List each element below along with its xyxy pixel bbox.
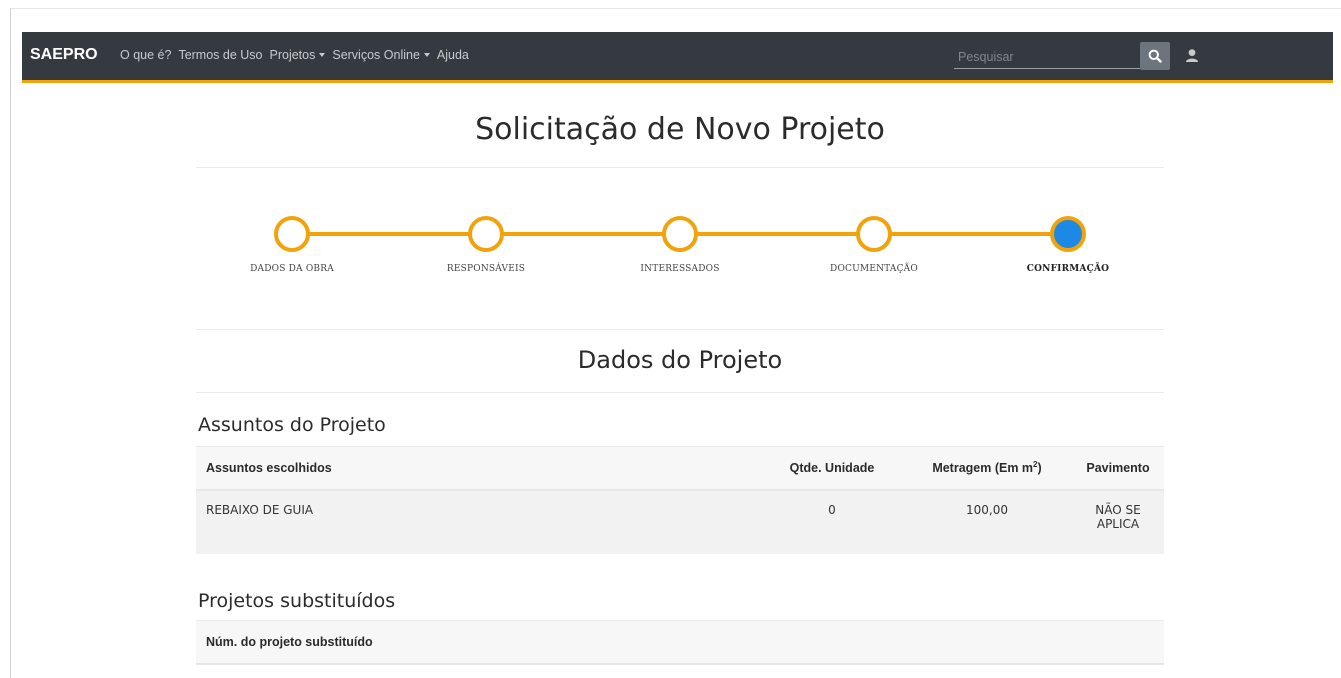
step-confirmacao[interactable]: CONFIRMAÇÃO: [988, 216, 1148, 274]
step-circle: [468, 216, 504, 252]
col-area: Metragem (Em m2): [902, 446, 1072, 491]
col-floor: Pavimento: [1072, 446, 1164, 491]
nav-item-o-que-e[interactable]: O que é?: [120, 48, 171, 62]
subjects-table: Assuntos escolhidos Qtde. Unidade Metrag…: [196, 446, 1164, 554]
caret-down-icon: [423, 53, 430, 57]
col-subjects: Assuntos escolhidos: [196, 446, 762, 491]
cell-floor-line: APLICA: [1096, 517, 1140, 531]
table-row: REBAIXO DE GUIA 0 100,00 NÃO SE APLICA: [196, 490, 1164, 554]
browser-frame: [10, 8, 1341, 678]
nav-menu: O que é? Termos de Uso Projetos Serviços…: [120, 48, 476, 62]
step-label: RESPONSÁVEIS: [446, 264, 526, 274]
nav-item-label: O que é?: [120, 48, 172, 62]
brand-logo[interactable]: SAEPRO: [30, 46, 98, 64]
table-header-row: Núm. do projeto substituído: [196, 620, 1164, 665]
step-label: DADOS DA OBRA: [250, 264, 334, 274]
divider: [196, 392, 1164, 393]
col-qty: Qtde. Unidade: [762, 446, 902, 491]
search-input[interactable]: [954, 46, 1140, 69]
search-button[interactable]: [1140, 42, 1170, 70]
col-replaced-number: Núm. do projeto substituído: [196, 620, 1164, 665]
page-title: Solicitação de Novo Projeto: [475, 112, 885, 147]
nav-item-projetos[interactable]: Projetos: [270, 48, 326, 62]
replaced-projects-title: Projetos substituídos: [198, 590, 396, 612]
step-circle: [274, 216, 310, 252]
nav-item-termos-de-uso[interactable]: Termos de Uso: [178, 48, 262, 62]
user-icon[interactable]: [1184, 48, 1200, 64]
table-header-row: Assuntos escolhidos Qtde. Unidade Metrag…: [196, 446, 1164, 491]
section-title: Dados do Projeto: [577, 346, 783, 374]
replaced-projects-table: Núm. do projeto substituído: [196, 620, 1164, 665]
top-navbar: SAEPRO O que é? Termos de Uso Projetos S…: [22, 32, 1333, 83]
step-circle: [662, 216, 698, 252]
caret-down-icon: [319, 53, 326, 57]
step-label: CONFIRMAÇÃO: [1026, 264, 1110, 274]
cell-qty: 0: [762, 490, 902, 554]
nav-item-ajuda[interactable]: Ajuda: [437, 48, 469, 62]
step-dados-da-obra[interactable]: DADOS DA OBRA: [212, 216, 372, 274]
nav-item-servicos-online[interactable]: Serviços Online: [332, 48, 430, 62]
search-icon: [1148, 49, 1162, 63]
step-interessados[interactable]: INTERESSADOS: [600, 216, 760, 274]
col-area-close: ): [1037, 461, 1042, 476]
cell-subject: REBAIXO DE GUIA: [196, 490, 762, 554]
step-label: INTERESSADOS: [640, 264, 720, 274]
nav-item-label: Projetos: [269, 48, 316, 62]
nav-item-label: Ajuda: [436, 48, 469, 62]
divider: [196, 329, 1164, 330]
cell-floor: NÃO SE APLICA: [1072, 490, 1164, 554]
subjects-title: Assuntos do Projeto: [198, 414, 386, 436]
step-circle-active: [1050, 216, 1086, 252]
progress-stepper: DADOS DA OBRA RESPONSÁVEIS INTERESSADOS …: [196, 200, 1164, 280]
nav-item-label: Serviços Online: [332, 48, 420, 62]
step-circle: [856, 216, 892, 252]
nav-item-label: Termos de Uso: [178, 48, 263, 62]
cell-area: 100,00: [902, 490, 1072, 554]
step-label: DOCUMENTAÇÃO: [830, 264, 918, 274]
step-responsaveis[interactable]: RESPONSÁVEIS: [406, 216, 566, 274]
divider: [196, 167, 1164, 168]
step-documentacao[interactable]: DOCUMENTAÇÃO: [794, 216, 954, 274]
cell-floor-line: NÃO SE: [1095, 503, 1141, 517]
col-area-label: Metragem (Em m: [932, 461, 1034, 476]
